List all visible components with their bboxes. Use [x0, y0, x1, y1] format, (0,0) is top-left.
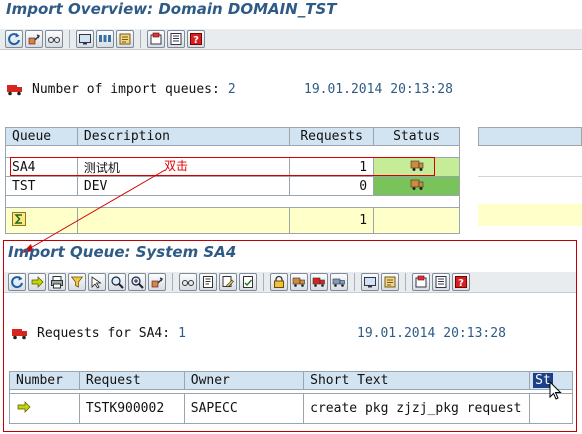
print-icon[interactable] — [48, 273, 66, 291]
select-cursor-icon[interactable] — [88, 273, 106, 291]
overview-date: 19.01.2014 — [304, 81, 383, 97]
glasses-display-icon[interactable] — [179, 273, 197, 291]
help-icon[interactable]: ? — [452, 273, 470, 291]
spacer-row — [5, 195, 460, 208]
document-check-icon[interactable] — [239, 273, 257, 291]
window-title: Import Overview: Domain DOMAIN_TST — [6, 0, 337, 18]
list-icon[interactable] — [167, 30, 185, 48]
import-queue-icon[interactable] — [25, 30, 43, 48]
short-text-cell[interactable]: create pkg zjzj_pkg request — [303, 393, 531, 424]
column-header-number[interactable]: Number — [9, 371, 80, 390]
column-header-status[interactable]: Status — [373, 127, 460, 146]
toolbar-separator — [140, 30, 141, 48]
column-header-requests[interactable]: Requests — [289, 127, 375, 146]
green-arrow-icon[interactable] — [28, 273, 46, 291]
mouse-cursor-icon — [549, 381, 562, 400]
number-cell[interactable] — [9, 393, 80, 424]
toolbar-separator — [405, 273, 406, 291]
toolbar-separator — [263, 273, 264, 291]
find-icon[interactable] — [108, 273, 126, 291]
truck-icon — [11, 326, 29, 340]
svg-text:?: ? — [458, 278, 464, 289]
total-row: 1 — [5, 207, 460, 234]
truck-icon — [6, 82, 24, 96]
queue-cell[interactable]: TST — [5, 176, 78, 196]
truck-import-all-icon[interactable] — [310, 273, 328, 291]
queue-count-label: Number of import queues: — [32, 81, 220, 97]
column-header-queue[interactable]: Queue — [5, 127, 78, 146]
queue-time: 20:13:28 — [443, 325, 506, 341]
queue-toolbar: ? — [4, 271, 576, 293]
status-cell[interactable] — [373, 176, 460, 196]
double-click-annotation: 双击 — [164, 159, 189, 173]
refresh-icon[interactable] — [8, 273, 26, 291]
sum-icon — [12, 211, 26, 226]
requests-info: Requests for SA4: 1 — [11, 324, 186, 342]
document-icon[interactable] — [199, 273, 217, 291]
main-toolbar: ? — [0, 28, 582, 50]
help-icon[interactable]: ? — [187, 30, 205, 48]
column-header-owner[interactable]: Owner — [183, 371, 305, 390]
truck-forward-icon[interactable] — [330, 273, 348, 291]
requests-label: Requests for SA4: — [37, 325, 171, 341]
column-header-description[interactable]: Description — [76, 127, 291, 146]
queue-date: 19.01.2014 — [357, 325, 436, 341]
lock-icon[interactable] — [270, 273, 288, 291]
svg-text:?: ? — [193, 35, 199, 46]
description-cell[interactable]: DEV — [76, 176, 291, 196]
log-scroll-icon[interactable] — [116, 30, 134, 48]
glasses-display-icon[interactable] — [45, 30, 63, 48]
right-strip-header — [478, 127, 582, 146]
import-queues-table: Queue Description Requests Status SA4 测试… — [5, 127, 460, 234]
owner-cell[interactable]: SAPECC — [183, 393, 305, 424]
truck-loaded-icon — [410, 179, 423, 190]
overview-timestamp: 19.01.2014 20:13:28 — [304, 80, 453, 98]
right-strip-total — [478, 204, 582, 226]
screen-icon[interactable] — [361, 273, 379, 291]
total-icon-cell — [5, 207, 78, 234]
toolbar-separator — [69, 30, 70, 48]
request-cell[interactable]: TSTK900002 — [78, 393, 185, 424]
settings-icon[interactable] — [412, 273, 430, 291]
queue-count-value: 2 — [227, 81, 236, 97]
column-header-short-text[interactable]: Short Text — [303, 371, 531, 390]
import-queue-icon[interactable] — [148, 273, 166, 291]
selected-row-highlight — [10, 157, 435, 176]
table-row[interactable]: TST DEV 0 — [5, 176, 460, 196]
requests-count: 1 — [178, 325, 186, 341]
queue-count-info: Number of import queues: 2 — [6, 80, 236, 98]
total-value: 1 — [289, 207, 375, 234]
find-next-icon[interactable] — [128, 273, 146, 291]
truck-import-icon[interactable] — [290, 273, 308, 291]
overview-time: 20:13:28 — [390, 81, 453, 97]
table-header-row: Queue Description Requests Status — [5, 127, 460, 146]
requests-cell[interactable]: 0 — [289, 176, 375, 196]
toolbar-separator — [354, 273, 355, 291]
filter-icon[interactable] — [68, 273, 86, 291]
queue-timestamp: 19.01.2014 20:13:28 — [357, 324, 506, 342]
column-header-request[interactable]: Request — [78, 371, 185, 390]
table-row[interactable]: TSTK900002 SAPECC create pkg zjzj_pkg re… — [9, 393, 573, 424]
refresh-icon[interactable] — [5, 30, 23, 48]
right-strip-row — [478, 159, 582, 177]
log-scroll-icon[interactable] — [381, 273, 399, 291]
list-icon[interactable] — [432, 273, 450, 291]
table-header-row: Number Request Owner Short Text St — [9, 371, 573, 390]
green-arrow-icon — [17, 400, 31, 413]
toolbar-separator — [172, 273, 173, 291]
edit-document-icon[interactable] — [219, 273, 237, 291]
queue-panel-title: Import Queue: System SA4 — [8, 243, 237, 261]
spacer-row — [5, 145, 460, 158]
system-overview-icon[interactable] — [96, 30, 114, 48]
import-requests-table: Number Request Owner Short Text St TSTK9… — [9, 371, 573, 424]
screen-icon[interactable] — [76, 30, 94, 48]
settings-icon[interactable] — [147, 30, 165, 48]
